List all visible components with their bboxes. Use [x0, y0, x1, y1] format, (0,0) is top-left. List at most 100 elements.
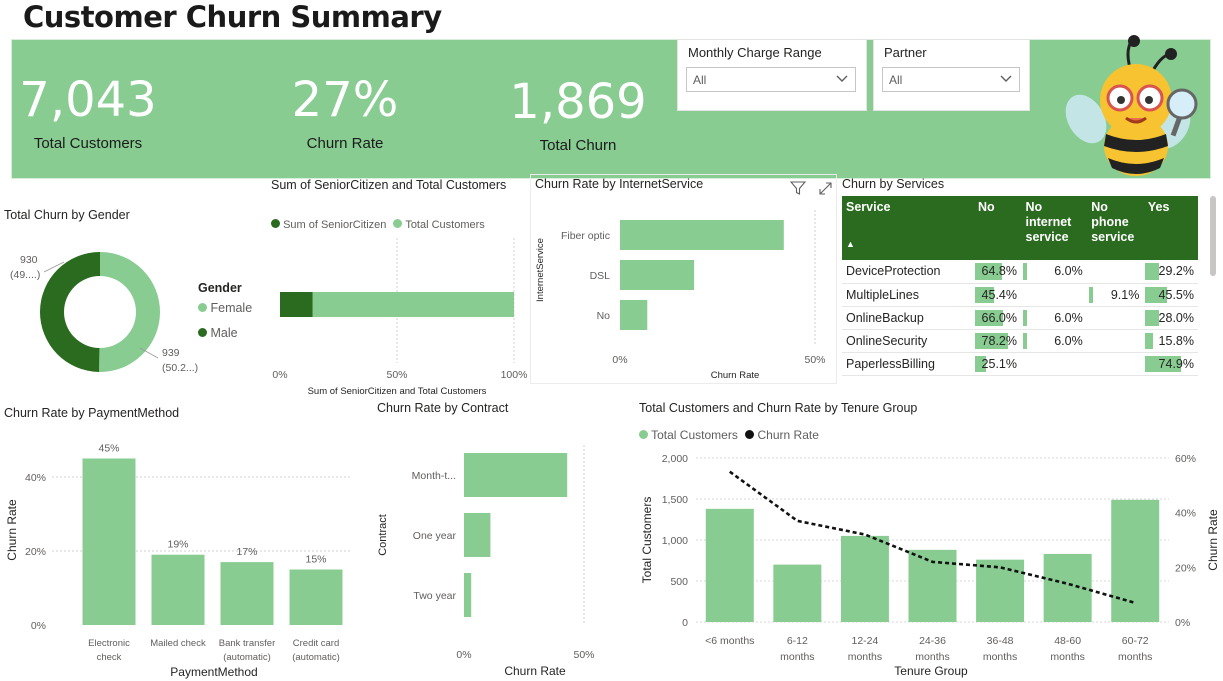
legend-dot-icon	[745, 430, 755, 439]
x-axis-title: PaymentMethod	[170, 665, 257, 679]
kpi-churn-rate-value: 27%	[291, 72, 399, 128]
donut-label-female: 939 (50.2...)	[162, 347, 199, 374]
services-table-wrap: Service ▲ No No internet service No phone…	[842, 196, 1198, 381]
data-bar	[1023, 309, 1027, 326]
y-tick-label: Fiber optic	[561, 230, 610, 242]
cell-value	[1086, 306, 1144, 330]
slicer-partner-value: All	[889, 73, 903, 87]
legend-churn-rate[interactable]: Churn Rate	[758, 428, 819, 442]
donut-label-male: 930 (49....)	[10, 254, 41, 281]
table-row[interactable]: DeviceProtection 64.8% 6.0% 29.2%	[842, 260, 1198, 284]
data-bar	[1145, 263, 1160, 280]
y-tick-label-left: 500	[670, 576, 688, 588]
bar-contract[interactable]	[464, 453, 568, 497]
table-row[interactable]: MultipleLines 45.4% 9.1% 45.5%	[842, 283, 1198, 307]
y-tick-label: 0%	[31, 620, 46, 632]
bar-tenure[interactable]	[976, 559, 1025, 622]
bar-contract[interactable]	[464, 513, 491, 557]
table-scrollbar[interactable]	[1210, 196, 1216, 276]
column-header-no-phone[interactable]: No phone service	[1086, 196, 1144, 260]
cell-value: 6.0%	[1021, 260, 1087, 284]
bar-fiber-optic[interactable]	[620, 220, 784, 250]
x-tick-label: months	[915, 651, 949, 663]
column-header-yes[interactable]: Yes	[1142, 196, 1198, 260]
kpi-total-churn-label: Total Churn	[539, 137, 617, 154]
data-label: 15%	[305, 554, 326, 566]
y-tick-label-left: 1,000	[662, 535, 688, 547]
kpi-total-churn-value: 1,869	[509, 74, 647, 130]
bar-payment[interactable]	[151, 554, 205, 625]
x-tick-label: 50%	[386, 369, 407, 381]
x-tick-label: Credit card	[293, 638, 339, 649]
x-tick-label: months	[780, 651, 814, 663]
bar-payment[interactable]	[289, 569, 343, 626]
y-axis-title-right: Churn Rate	[1206, 509, 1220, 571]
gender-donut-slices	[39, 252, 160, 372]
gender-legend-title: Gender	[198, 281, 242, 295]
y-tick-label: 40%	[25, 472, 46, 484]
bar-payment[interactable]	[220, 562, 274, 625]
x-tick-label: 0%	[456, 649, 471, 661]
table-row[interactable]: PaperlessBilling 25.1% 74.9%	[842, 352, 1198, 376]
legend-dot-icon	[198, 328, 207, 337]
bar-tenure[interactable]	[705, 508, 754, 622]
bar-total-customers[interactable]	[312, 292, 514, 317]
y-tick-label-left: 0	[682, 617, 688, 629]
kpi-total-customers-label: Total Customers	[33, 135, 143, 152]
legend-female[interactable]: Female	[198, 301, 252, 315]
bar-senior-citizen[interactable]	[280, 292, 313, 317]
cell-value: 45.4%	[973, 283, 1021, 307]
y-tick-label: Two year	[413, 590, 456, 602]
bar-contract[interactable]	[464, 573, 472, 617]
bar-dsl[interactable]	[620, 260, 695, 290]
y-axis-title: Contract	[377, 514, 389, 556]
slicer-monthly-charge-value: All	[693, 73, 707, 87]
legend-total-customers[interactable]: Total Customers	[405, 219, 484, 231]
chevron-down-icon	[999, 71, 1013, 88]
x-tick-label: 50%	[804, 354, 825, 366]
senior-chart-title: Sum of SeniorCitizen and Total Customers	[271, 178, 507, 192]
cell-value: 6.0%	[1021, 306, 1087, 330]
payment-bar-chart: 40% 20% 0% 45% Electronic check 19% Mailed c…	[5, 443, 350, 679]
legend-senior[interactable]: Sum of SeniorCitizen	[283, 219, 386, 231]
column-header-service[interactable]: Service ▲	[842, 196, 974, 260]
x-axis-title: Sum of SeniorCitizen and Total Customers	[308, 386, 487, 397]
data-bar	[1023, 332, 1027, 349]
column-header-no-internet[interactable]: No internet service	[1020, 196, 1087, 260]
legend-male[interactable]: Male	[198, 326, 238, 340]
cell-service: OnlineSecurity	[842, 329, 974, 353]
y-tick-label-right: 40%	[1175, 508, 1196, 520]
legend-total-customers[interactable]: Total Customers	[651, 428, 738, 442]
bar-tenure[interactable]	[1111, 499, 1160, 622]
cell-value: 9.1%	[1086, 283, 1144, 307]
filter-icon[interactable]	[789, 180, 807, 201]
table-row[interactable]: OnlineBackup 66.0% 6.0% 28.0%	[842, 306, 1198, 330]
cell-service: OnlineBackup	[842, 306, 974, 330]
slicer-monthly-charge-dropdown[interactable]: All	[686, 67, 856, 92]
legend-dot-icon	[198, 303, 207, 312]
x-axis-title: Tenure Group	[894, 664, 968, 678]
slicer-monthly-charge-title: Monthly Charge Range	[688, 45, 822, 60]
tenure-chart-title: Total Customers and Churn Rate by Tenure…	[639, 401, 918, 415]
y-tick-label: Month-t...	[412, 470, 456, 482]
column-header-no[interactable]: No	[972, 196, 1021, 260]
y-tick-label-right: 20%	[1175, 562, 1196, 574]
x-tick-label: months	[1050, 651, 1084, 663]
slicer-partner-dropdown[interactable]: All	[882, 67, 1020, 92]
x-tick-label: 24-36	[919, 635, 946, 647]
contract-bar-chart: Month-t... One year Two year 0% 50% Churn …	[377, 445, 595, 678]
bar-tenure[interactable]	[773, 564, 822, 622]
bar-payment[interactable]	[82, 458, 136, 626]
bar-no[interactable]	[620, 300, 648, 330]
senior-legend: Sum of SeniorCitizen Total Customers	[271, 219, 485, 231]
bar-tenure[interactable]	[840, 535, 889, 622]
cell-value: 25.1%	[973, 352, 1021, 376]
data-bar	[1145, 332, 1153, 349]
table-row[interactable]: OnlineSecurity 78.2% 6.0% 15.8%	[842, 329, 1198, 353]
x-tick-label: Electronic	[88, 638, 130, 649]
donut-slice-male[interactable]	[39, 252, 100, 372]
focus-mode-icon[interactable]	[818, 181, 833, 201]
legend-dot-icon	[639, 430, 648, 439]
x-tick-label: months	[1118, 651, 1152, 663]
cell-value: 45.5%	[1143, 283, 1198, 307]
